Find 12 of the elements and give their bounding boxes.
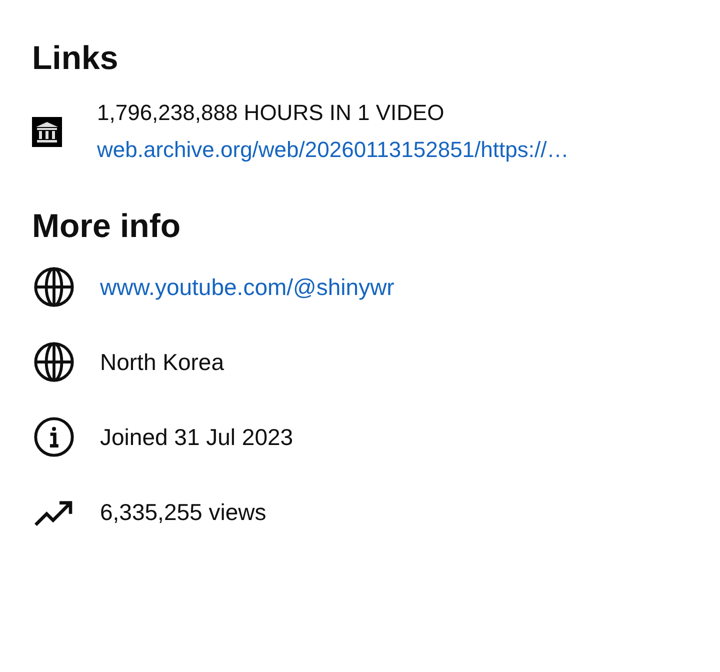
museum-icon bbox=[32, 117, 62, 147]
globe-icon bbox=[32, 340, 76, 384]
info-text: Joined 31 Jul 2023 bbox=[100, 423, 294, 451]
info-icon bbox=[32, 415, 76, 459]
globe-icon bbox=[32, 265, 76, 309]
channel-link[interactable]: www.youtube.com/@shinywr bbox=[100, 273, 394, 301]
info-text: 6,335,255 views bbox=[100, 498, 266, 526]
section-heading: Links bbox=[32, 38, 120, 78]
section-heading: More info bbox=[32, 206, 182, 246]
info-text: North Korea bbox=[100, 348, 224, 376]
link-url[interactable]: web.archive.org/web/20260113152851/https://… bbox=[97, 136, 569, 164]
link-title: 1,796,238,888 HOURS IN 1 VIDEO bbox=[97, 100, 446, 126]
